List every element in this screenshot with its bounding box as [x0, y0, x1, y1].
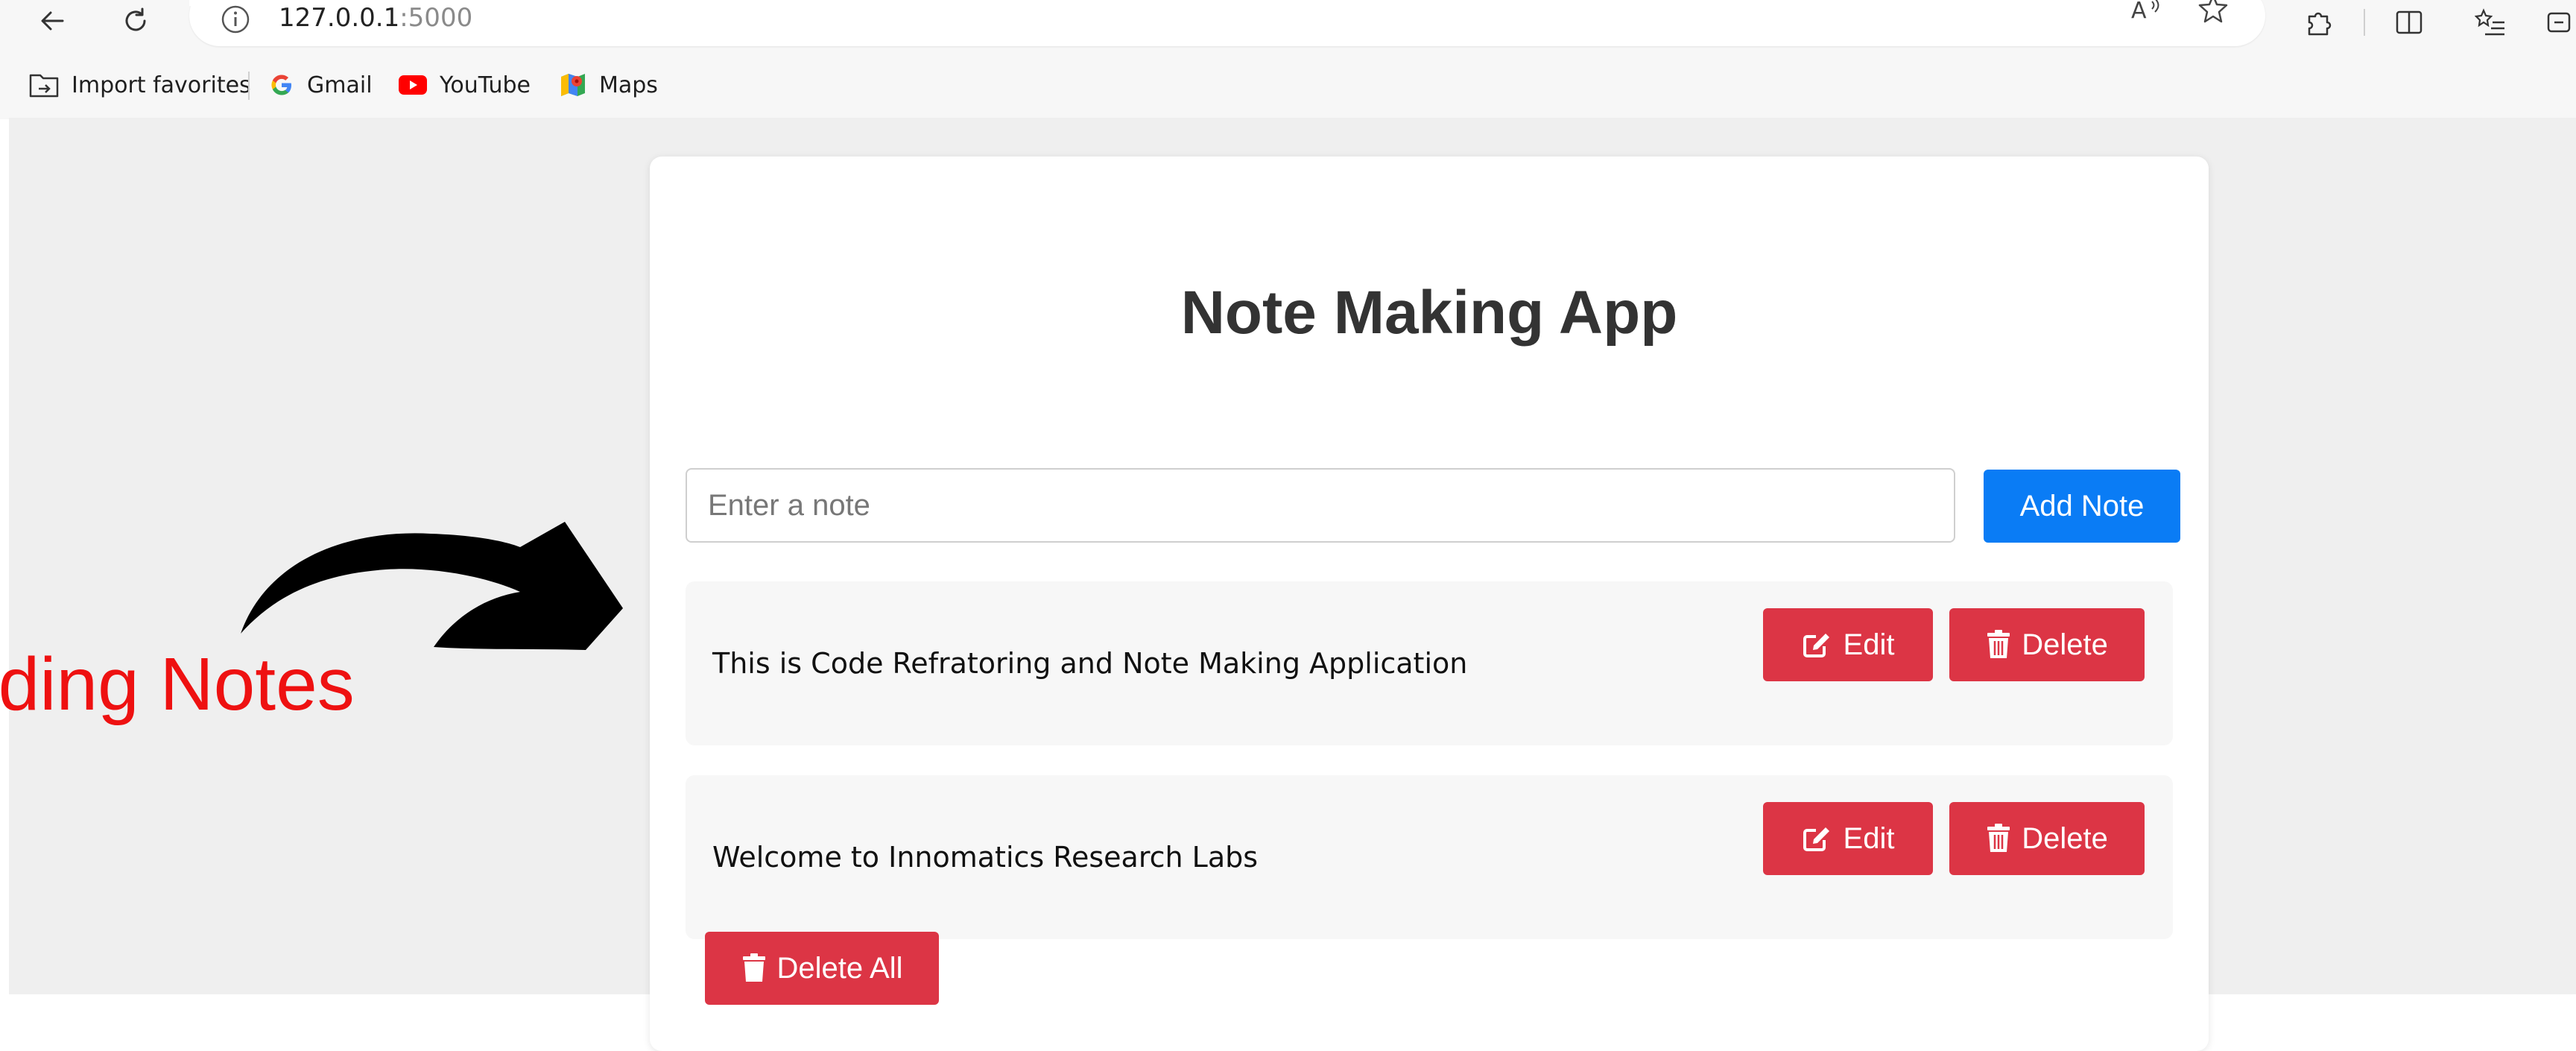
- add-note-button[interactable]: Add Note: [1984, 470, 2180, 543]
- read-aloud-icon: A: [2131, 0, 2159, 24]
- delete-all-button[interactable]: Delete All: [705, 932, 939, 1005]
- toolbar-divider: [2364, 9, 2365, 36]
- browser-chrome: 127.0.0.1:5000 A Import favorites Gmail …: [0, 0, 2576, 119]
- app-card: Note Making App Add Note This is Code Re…: [650, 157, 2209, 1051]
- favorites-bar: Import favorites Gmail YouTube Maps: [0, 64, 2576, 106]
- favorite-label: Gmail: [307, 72, 373, 98]
- puzzle-icon: [2308, 12, 2332, 36]
- edit-label: Edit: [1843, 628, 1895, 661]
- favorite-import-favorites[interactable]: Import favorites: [28, 64, 251, 106]
- favorite-star-button[interactable]: [2191, 0, 2235, 30]
- delete-note-button[interactable]: Delete: [1949, 802, 2145, 875]
- collections-button[interactable]: [2542, 1, 2576, 43]
- extensions-button[interactable]: [2294, 1, 2343, 43]
- trash-icon: [742, 953, 765, 982]
- favorite-youtube[interactable]: YouTube: [398, 64, 531, 106]
- edit-note-button[interactable]: Edit: [1763, 802, 1933, 875]
- folder-import-icon: [29, 74, 59, 98]
- delete-note-button[interactable]: Delete: [1949, 608, 2145, 681]
- google-icon: [271, 75, 291, 95]
- address-url[interactable]: 127.0.0.1:5000: [279, 3, 472, 33]
- split-screen-icon: [2396, 10, 2422, 34]
- edit-label: Edit: [1843, 821, 1895, 855]
- trash-icon: [1987, 824, 2010, 852]
- favorite-label: Maps: [599, 72, 658, 98]
- back-button[interactable]: [30, 0, 75, 42]
- note-item: Welcome to Innomatics Research Labs Edit…: [686, 775, 2173, 939]
- edit-icon: [1803, 634, 1829, 657]
- note-input[interactable]: [686, 468, 1955, 543]
- star-outline-icon: [2198, 0, 2228, 23]
- collections-icon: [2547, 12, 2571, 33]
- url-host: 127.0.0.1: [279, 3, 400, 33]
- trash-icon: [1987, 630, 2010, 658]
- url-port: :5000: [399, 3, 473, 33]
- favorites-list-icon: [2475, 8, 2504, 36]
- maps-icon: [561, 74, 585, 96]
- address-toolbar: 127.0.0.1:5000 A: [0, 0, 2576, 54]
- youtube-icon: [399, 75, 427, 95]
- split-screen-button[interactable]: [2384, 1, 2434, 43]
- favorite-maps[interactable]: Maps: [559, 64, 658, 106]
- svg-text:A: A: [2131, 0, 2147, 24]
- curved-arrow-icon: [241, 522, 623, 650]
- favorite-label: YouTube: [440, 72, 531, 98]
- refresh-button[interactable]: [113, 0, 158, 42]
- delete-all-label: Delete All: [776, 951, 903, 985]
- add-note-label: Add Note: [2019, 489, 2145, 523]
- address-bar[interactable]: 127.0.0.1:5000 A: [189, 0, 2265, 46]
- edit-note-button[interactable]: Edit: [1763, 608, 1933, 681]
- favorites-list-button[interactable]: [2466, 1, 2516, 43]
- favorite-label: Import favorites: [72, 72, 251, 98]
- delete-label: Delete: [2022, 821, 2108, 855]
- note-text: Welcome to Innomatics Research Labs: [712, 841, 1259, 874]
- back-arrow-icon: [41, 11, 64, 31]
- note-text: This is Code Refratoring and Note Making…: [712, 647, 1468, 680]
- favorites-divider: [248, 72, 250, 100]
- note-item: This is Code Refratoring and Note Making…: [686, 581, 2173, 745]
- edit-icon: [1803, 827, 1829, 851]
- site-info-icon[interactable]: [219, 3, 252, 36]
- favorite-gmail[interactable]: Gmail: [268, 64, 373, 106]
- delete-label: Delete: [2022, 628, 2108, 661]
- read-aloud-button[interactable]: A: [2124, 0, 2168, 30]
- page-title: Note Making App: [1180, 279, 1678, 347]
- refresh-icon: [125, 7, 146, 31]
